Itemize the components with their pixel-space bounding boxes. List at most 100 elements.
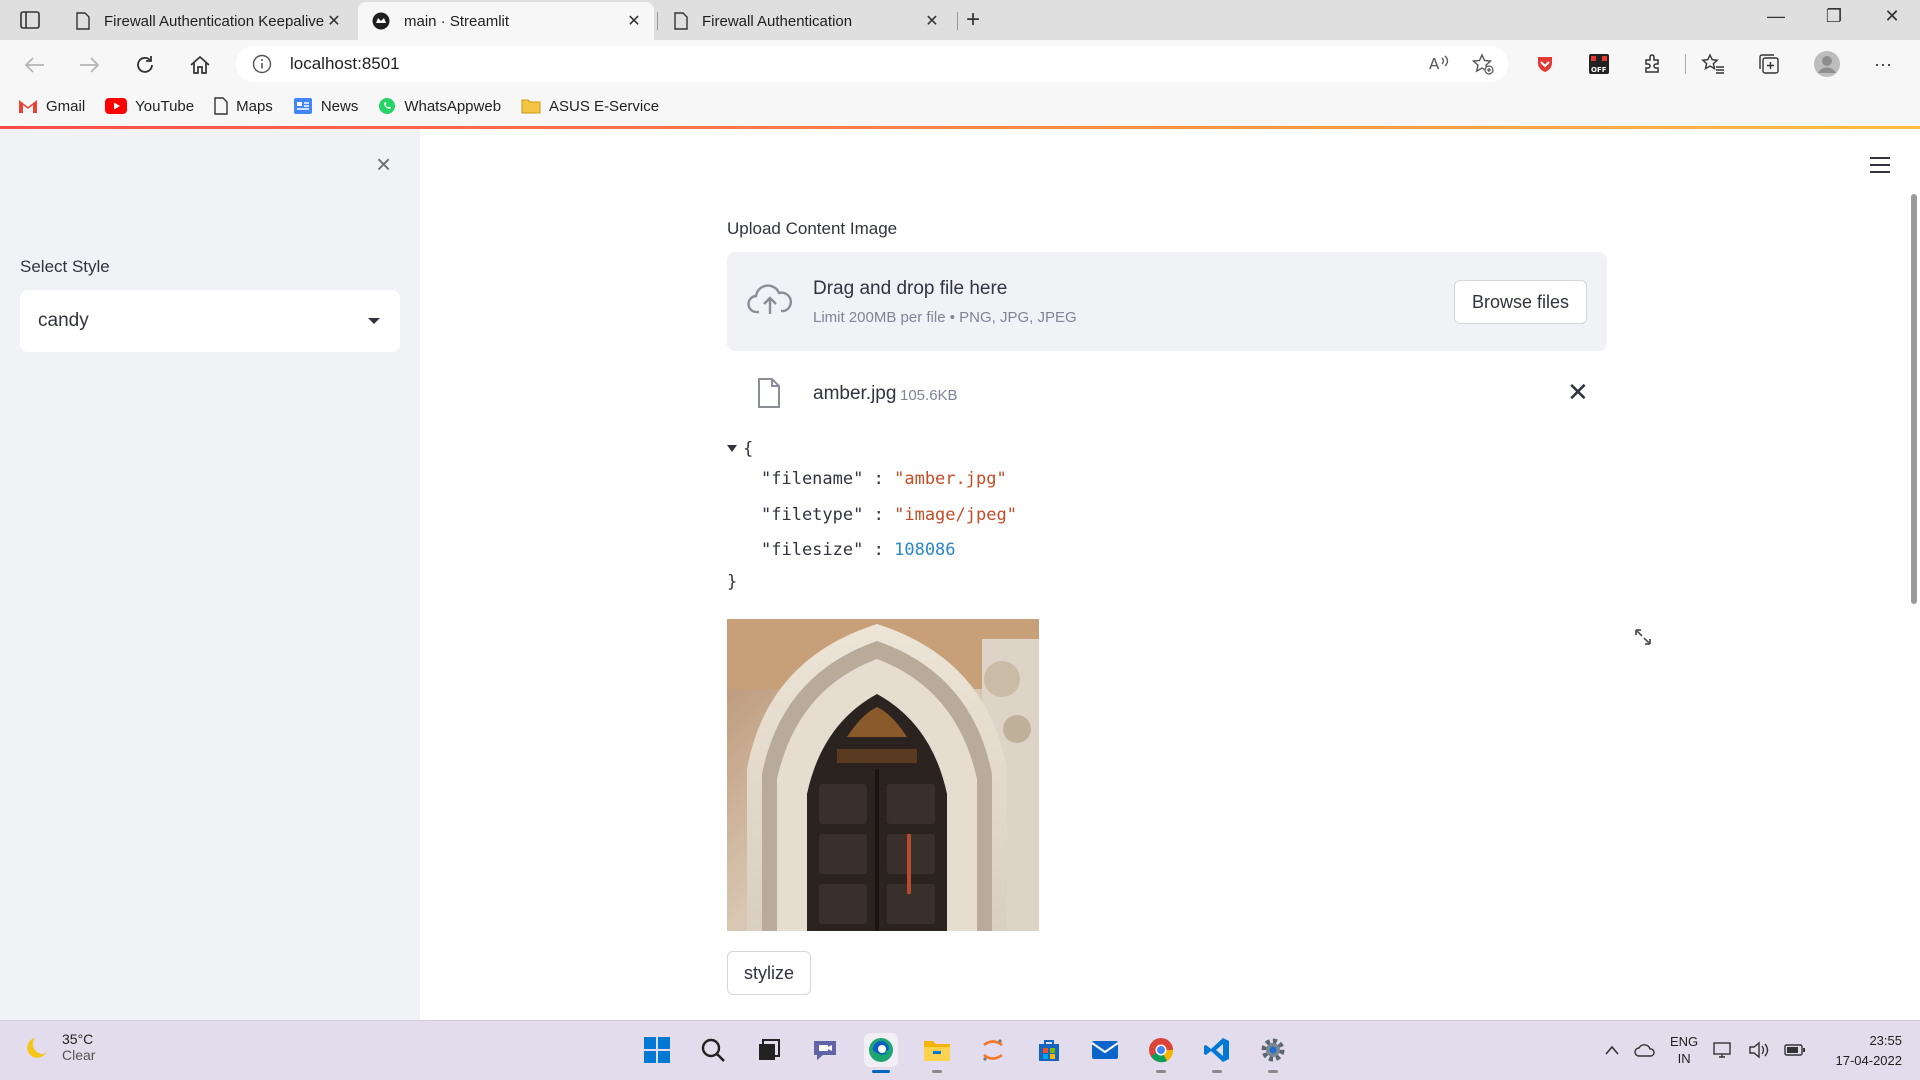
taskbar-apps bbox=[640, 1033, 1290, 1073]
tab-close-button[interactable]: ✕ bbox=[922, 11, 942, 31]
info-icon[interactable] bbox=[252, 54, 272, 74]
json-colon: : bbox=[873, 540, 884, 560]
stylize-button[interactable]: stylize bbox=[727, 951, 811, 995]
file-explorer-button[interactable] bbox=[920, 1033, 954, 1073]
minimize-button[interactable]: — bbox=[1756, 6, 1796, 27]
remove-file-button[interactable]: ✕ bbox=[1567, 377, 1589, 408]
extension-shield-button[interactable] bbox=[1530, 50, 1560, 78]
tab-title: main · Streamlit bbox=[404, 12, 510, 30]
gear-icon bbox=[1261, 1038, 1285, 1062]
bookmark-label: News bbox=[320, 97, 359, 115]
extensions-button[interactable] bbox=[1638, 50, 1668, 78]
uploaded-file-row: amber.jpg 105.6KB ✕ bbox=[727, 367, 1607, 423]
taskbar-clock[interactable]: 23:55 17-04-2022 bbox=[1822, 1031, 1903, 1071]
arched-door-photo bbox=[727, 619, 1039, 931]
restore-button[interactable]: ❐ bbox=[1814, 6, 1854, 27]
edge-taskbar-button[interactable] bbox=[864, 1033, 898, 1073]
add-favorite-icon[interactable] bbox=[1472, 53, 1494, 75]
folder-icon bbox=[521, 99, 541, 114]
chat-icon bbox=[814, 1041, 836, 1060]
onedrive-cloud-icon[interactable] bbox=[1634, 1042, 1656, 1058]
clock-time: 23:55 bbox=[1869, 1033, 1902, 1048]
home-button[interactable] bbox=[185, 50, 215, 80]
extension-off-button[interactable]: OFF bbox=[1584, 50, 1614, 78]
sidebar-close-button[interactable]: × bbox=[376, 149, 391, 180]
tab-streamlit-main[interactable]: main · Streamlit ✕ bbox=[358, 2, 654, 40]
bookmark-asus-eservice[interactable]: ASUS E-Service bbox=[521, 98, 659, 115]
collapse-toggle-icon[interactable] bbox=[727, 445, 737, 452]
main-content: Upload Content Image Drag and drop file … bbox=[420, 129, 1920, 1020]
region-code: IN bbox=[1677, 1051, 1691, 1066]
mail-button[interactable] bbox=[1088, 1033, 1122, 1067]
json-key: "filesize" bbox=[761, 540, 864, 560]
cloud-upload-icon bbox=[747, 284, 793, 314]
teams-chat-button[interactable] bbox=[808, 1033, 842, 1067]
chevron-up-icon[interactable] bbox=[1604, 1044, 1620, 1056]
settings-button[interactable] bbox=[1256, 1033, 1290, 1073]
network-icon[interactable] bbox=[1712, 1041, 1734, 1059]
collections-icon bbox=[1759, 54, 1779, 74]
bookmark-youtube[interactable]: YouTube bbox=[105, 98, 194, 115]
weather-condition: Clear bbox=[62, 1047, 96, 1063]
bookmark-news[interactable]: News bbox=[293, 97, 359, 115]
tab-title: Firewall Authentication bbox=[702, 12, 853, 30]
search-icon bbox=[701, 1038, 725, 1062]
jupyter-button[interactable] bbox=[976, 1033, 1010, 1067]
uploaded-file-name: amber.jpg bbox=[813, 383, 897, 404]
taskbar-search-button[interactable] bbox=[696, 1033, 730, 1067]
svg-text:OFF: OFF bbox=[1591, 66, 1607, 74]
refresh-icon bbox=[137, 56, 153, 73]
close-window-button[interactable]: ✕ bbox=[1872, 6, 1912, 27]
tab-firewall-auth[interactable]: Firewall Authentication ✕ bbox=[660, 2, 952, 40]
bookmark-whatsapp[interactable]: WhatsAppweb bbox=[378, 97, 501, 115]
tab-firewall-keepalive[interactable]: Firewall Authentication Keepalive ✕ bbox=[62, 2, 354, 40]
settings-more-button[interactable]: ··· bbox=[1868, 50, 1898, 78]
style-select-value: candy bbox=[38, 310, 89, 331]
fullscreen-expand-icon[interactable] bbox=[1634, 628, 1652, 651]
battery-icon[interactable] bbox=[1784, 1043, 1806, 1057]
browse-files-button[interactable]: Browse files bbox=[1454, 280, 1587, 324]
weather-widget[interactable]: 35°C Clear bbox=[26, 1031, 95, 1063]
file-dropzone[interactable]: Drag and drop file here Limit 200MB per … bbox=[727, 252, 1607, 351]
news-icon bbox=[293, 98, 312, 114]
bookmarks-bar: Gmail YouTube Maps News WhatsAppweb ASUS… bbox=[0, 86, 1920, 126]
chrome-button[interactable] bbox=[1144, 1033, 1178, 1073]
tab-close-button[interactable]: ✕ bbox=[324, 11, 344, 31]
json-string-value: "amber.jpg" bbox=[894, 469, 1007, 489]
vscode-button[interactable] bbox=[1200, 1033, 1234, 1073]
read-aloud-icon[interactable]: A bbox=[1428, 53, 1450, 73]
mail-icon bbox=[1091, 1041, 1119, 1059]
vertical-scrollbar[interactable] bbox=[1911, 194, 1917, 604]
new-tab-button[interactable]: + bbox=[966, 6, 980, 34]
microsoft-store-button[interactable] bbox=[1032, 1033, 1066, 1067]
favorites-button[interactable] bbox=[1698, 50, 1728, 78]
main-menu-button[interactable] bbox=[1870, 157, 1890, 178]
address-bar[interactable]: localhost:8501 A bbox=[236, 46, 1508, 82]
back-button[interactable] bbox=[20, 50, 50, 80]
bookmark-maps[interactable]: Maps bbox=[214, 97, 273, 115]
json-key: "filetype" bbox=[761, 505, 864, 525]
collections-button[interactable] bbox=[1754, 50, 1784, 78]
json-string-value: "image/jpeg" bbox=[894, 505, 1017, 525]
tab-close-button[interactable]: ✕ bbox=[624, 11, 644, 31]
style-select[interactable]: candy bbox=[20, 290, 400, 352]
whatsapp-icon bbox=[379, 98, 396, 114]
forward-button[interactable] bbox=[74, 50, 104, 80]
jupyter-icon bbox=[983, 1039, 1003, 1061]
bookmark-gmail[interactable]: Gmail bbox=[18, 98, 85, 115]
profile-button[interactable] bbox=[1812, 50, 1842, 78]
bookmark-label: ASUS E-Service bbox=[549, 97, 660, 115]
windows-taskbar: 35°C Clear ENG IN 23:55 17-04-2022 bbox=[0, 1020, 1920, 1080]
language-indicator[interactable]: ENG IN bbox=[1670, 1033, 1698, 1067]
task-view-button[interactable] bbox=[752, 1033, 786, 1067]
refresh-button[interactable] bbox=[130, 50, 160, 80]
volume-icon[interactable] bbox=[1748, 1041, 1770, 1059]
url-text[interactable]: localhost:8501 bbox=[290, 54, 400, 74]
page-icon bbox=[76, 12, 90, 30]
start-button[interactable] bbox=[640, 1033, 674, 1067]
browser-tab-bar: Firewall Authentication Keepalive ✕ main… bbox=[0, 0, 1920, 40]
home-icon bbox=[190, 55, 210, 74]
tab-separator bbox=[957, 12, 958, 30]
off-extension-icon: OFF bbox=[1589, 54, 1609, 74]
tab-actions-icon[interactable] bbox=[12, 8, 48, 32]
